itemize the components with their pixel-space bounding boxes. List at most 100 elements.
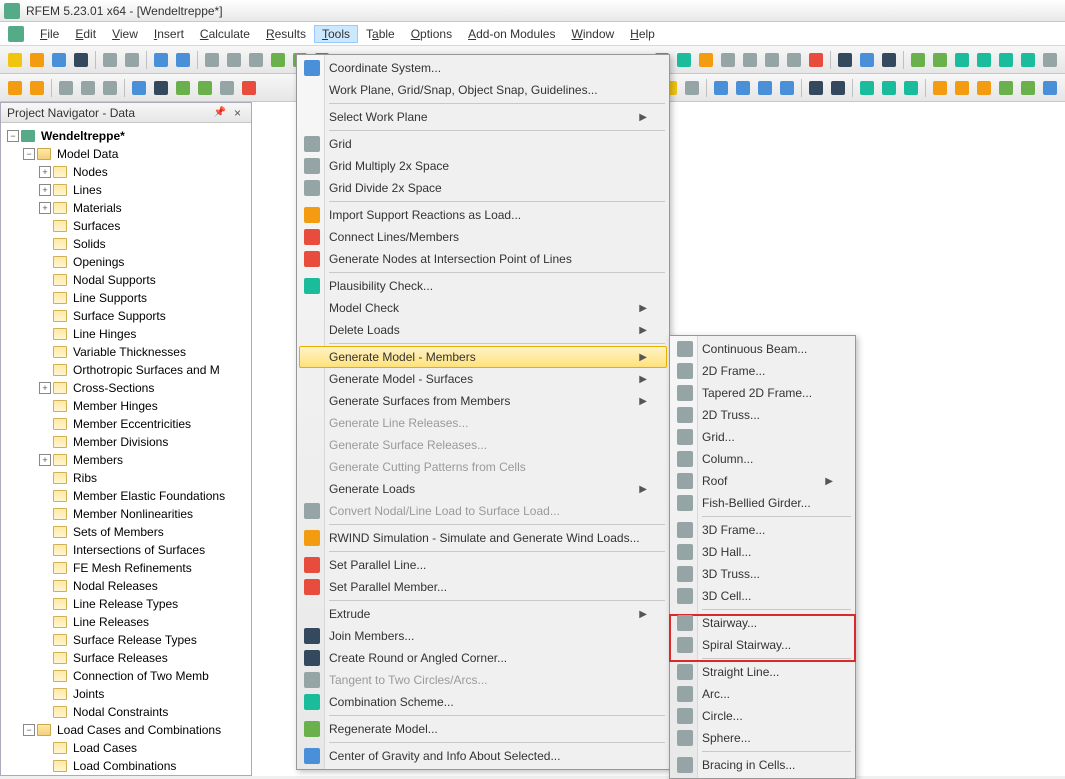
tree-item[interactable]: Openings [3,253,249,271]
tb2-r11[interactable] [857,78,877,98]
tree-item[interactable]: Nodal Releases [3,577,249,595]
close-icon[interactable]: × [230,106,245,120]
menuitem-import-support-reactions-as-load[interactable]: Import Support Reactions as Load... [299,204,667,226]
menu-edit[interactable]: Edit [67,25,104,43]
tb-preview[interactable] [122,50,142,70]
tb2-r12[interactable] [879,78,899,98]
tb-r15[interactable] [974,50,994,70]
tree-item[interactable]: Joints [3,685,249,703]
tb-save[interactable] [49,50,69,70]
menuitem-spiral-stairway[interactable]: Spiral Stairway... [672,634,853,656]
expander-icon[interactable]: + [39,202,51,214]
menuitem-3d-hall[interactable]: 3D Hall... [672,541,853,563]
tree-item[interactable]: Member Elastic Foundations [3,487,249,505]
tb2-3[interactable] [56,78,76,98]
tree-item[interactable]: Surface Release Types [3,631,249,649]
tb-r3[interactable] [696,50,716,70]
tb-r13[interactable] [930,50,950,70]
menu-options[interactable]: Options [403,25,460,43]
tree-root[interactable]: − Wendeltreppe* [3,127,249,145]
tree-item[interactable]: Intersections of Surfaces [3,541,249,559]
menuitem-set-parallel-line[interactable]: Set Parallel Line... [299,554,667,576]
tree-item[interactable]: Sets of Members [3,523,249,541]
tb-redo[interactable] [173,50,193,70]
tb2-10[interactable] [217,78,237,98]
tb2-r5[interactable] [711,78,731,98]
tree-item[interactable]: Nodal Supports [3,271,249,289]
menuitem-grid-divide-2x-space[interactable]: Grid Divide 2x Space [299,177,667,199]
menuitem-model-check[interactable]: Model Check▶ [299,297,667,319]
tb-r11[interactable] [879,50,899,70]
tree-item[interactable]: Ribs [3,469,249,487]
menuitem-plausibility-check[interactable]: Plausibility Check... [299,275,667,297]
tree-item[interactable]: Solids [3,235,249,253]
expander-icon[interactable]: + [39,454,51,466]
menu-calculate[interactable]: Calculate [192,25,258,43]
tb-r9[interactable] [835,50,855,70]
expander-icon[interactable]: + [39,166,51,178]
tree-group-model[interactable]: − Model Data [3,145,249,163]
expander-icon[interactable]: + [39,382,51,394]
menuitem-delete-loads[interactable]: Delete Loads▶ [299,319,667,341]
menu-table[interactable]: Table [358,25,403,43]
tree-item[interactable]: Member Hinges [3,397,249,415]
tb2-r10[interactable] [828,78,848,98]
tb-undo[interactable] [151,50,171,70]
tree-item[interactable]: +Nodes [3,163,249,181]
tb2-r13[interactable] [901,78,921,98]
tree-item[interactable]: Surfaces [3,217,249,235]
tb-r6[interactable] [762,50,782,70]
tb-r10[interactable] [857,50,877,70]
menu-results[interactable]: Results [258,25,314,43]
tree-item[interactable]: Line Hinges [3,325,249,343]
tb-r12[interactable] [908,50,928,70]
menuitem-coordinate-system[interactable]: Coordinate System... [299,57,667,79]
menuitem-2d-frame[interactable]: 2D Frame... [672,360,853,382]
tree-item[interactable]: Load Combinations [3,757,249,775]
menuitem-bracing-in-cells[interactable]: Bracing in Cells... [672,754,853,776]
tb2-r16[interactable] [974,78,994,98]
tb-new[interactable] [5,50,25,70]
menu-help[interactable]: Help [622,25,663,43]
menuitem-combination-scheme[interactable]: Combination Scheme... [299,691,667,713]
tree-item[interactable]: Member Divisions [3,433,249,451]
menu-add-on-modules[interactable]: Add-on Modules [460,25,563,43]
tb2-5[interactable] [100,78,120,98]
menuitem-generate-nodes-at-intersection-point-of-lines[interactable]: Generate Nodes at Intersection Point of … [299,248,667,270]
tb2-r4[interactable] [682,78,702,98]
tb-cut[interactable] [202,50,222,70]
tree-item[interactable]: Surface Releases [3,649,249,667]
menuitem-3d-truss[interactable]: 3D Truss... [672,563,853,585]
tree-item[interactable]: Orthotropic Surfaces and M [3,361,249,379]
tb2-r7[interactable] [755,78,775,98]
tree-item[interactable]: Connection of Two Memb [3,667,249,685]
tb2-r6[interactable] [733,78,753,98]
tb-a[interactable] [268,50,288,70]
tb2-r15[interactable] [952,78,972,98]
pin-icon[interactable]: 📌 [210,107,230,118]
menuitem-generate-loads[interactable]: Generate Loads▶ [299,478,667,500]
tb2-11[interactable] [239,78,259,98]
tree-item[interactable]: Variable Thicknesses [3,343,249,361]
menuitem-regenerate-model[interactable]: Regenerate Model... [299,718,667,740]
tb2-r19[interactable] [1040,78,1060,98]
menuitem-3d-frame[interactable]: 3D Frame... [672,519,853,541]
tb2-4[interactable] [78,78,98,98]
menuitem-select-work-plane[interactable]: Select Work Plane▶ [299,106,667,128]
tree-item[interactable]: Member Nonlinearities [3,505,249,523]
menuitem-grid-multiply-2x-space[interactable]: Grid Multiply 2x Space [299,155,667,177]
tb-r18[interactable] [1040,50,1060,70]
tb-r7[interactable] [784,50,804,70]
menuitem-3d-cell[interactable]: 3D Cell... [672,585,853,607]
tb-r2[interactable] [674,50,694,70]
tb2-r17[interactable] [996,78,1016,98]
menu-tools[interactable]: Tools [314,25,358,43]
menuitem-extrude[interactable]: Extrude▶ [299,603,667,625]
tb2-9[interactable] [195,78,215,98]
menuitem-2d-truss[interactable]: 2D Truss... [672,404,853,426]
menuitem-column[interactable]: Column... [672,448,853,470]
tb2-r9[interactable] [806,78,826,98]
tb-copy[interactable] [224,50,244,70]
menuitem-create-round-or-angled-corner[interactable]: Create Round or Angled Corner... [299,647,667,669]
menuitem-work-plane-grid-snap-object-snap-guidelines[interactable]: Work Plane, Grid/Snap, Object Snap, Guid… [299,79,667,101]
